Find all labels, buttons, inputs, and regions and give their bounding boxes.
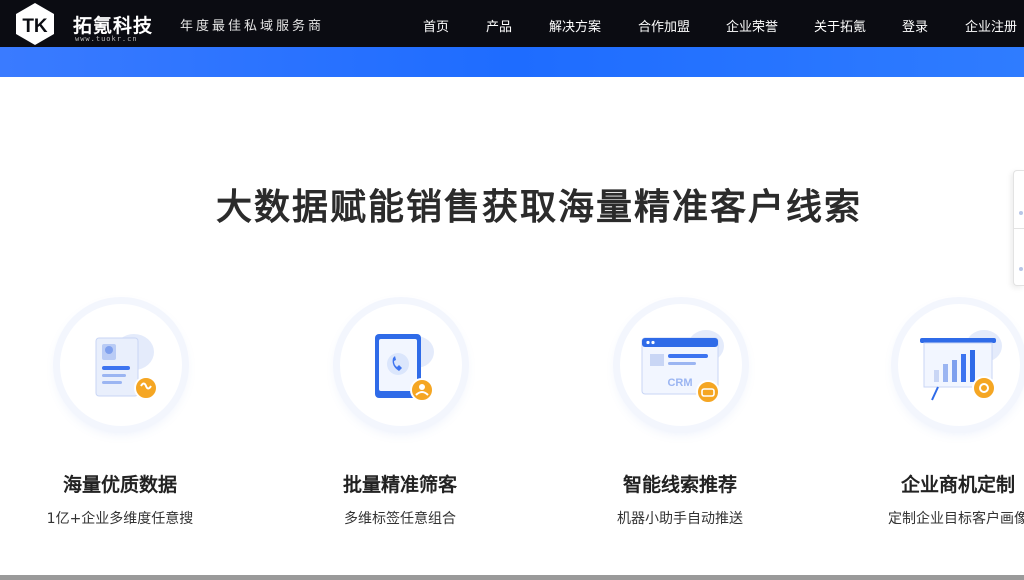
- side-tool-icon[interactable]: [1019, 267, 1023, 271]
- feature-title: 海量优质数据: [62, 474, 177, 496]
- nav-partnership[interactable]: 合作加盟: [638, 16, 690, 35]
- chart-board-icon: [898, 304, 1020, 426]
- top-navigation-bar: TK 拓氪科技 www.tuokr.cn 年度最佳私域服务商 首页 产品 解决方…: [0, 0, 1024, 47]
- side-floating-toolbar[interactable]: [1013, 170, 1024, 286]
- section-heading: 大数据赋能销售获取海量精准客户线索: [215, 187, 862, 228]
- feature-title: 智能线索推荐: [622, 474, 737, 496]
- logo-text: 拓氪科技: [73, 15, 154, 37]
- data-card-icon: [60, 304, 182, 426]
- blue-banner-strip: [0, 47, 1024, 77]
- feature-card-custom[interactable]: 企业商机定制 定制企业目标客户画像: [838, 300, 1024, 540]
- crm-window-icon: CRM: [620, 304, 742, 426]
- feature-title: 批量精准筛客: [342, 474, 457, 496]
- nav-solutions[interactable]: 解决方案: [549, 16, 601, 35]
- feature-card-filter[interactable]: 批量精准筛客 多维标签任意组合: [280, 300, 520, 540]
- svg-text:CRM: CRM: [667, 377, 692, 389]
- nav-login[interactable]: 登录: [902, 16, 928, 35]
- feature-description: 定制企业目标客户画像: [888, 511, 1024, 527]
- feature-card-data[interactable]: 海量优质数据 1亿+企业多维度任意搜: [0, 300, 240, 540]
- nav-about[interactable]: 关于拓氪: [814, 16, 866, 35]
- logo-url: www.tuokr.cn: [75, 35, 138, 43]
- tablet-call-icon: [340, 304, 462, 426]
- slogan: 年度最佳私域服务商: [180, 19, 325, 34]
- side-tool-icon[interactable]: [1019, 211, 1023, 215]
- brand-logo[interactable]: TK 拓氪科技 www.tuokr.cn: [13, 2, 152, 46]
- nav-home[interactable]: 首页: [423, 16, 449, 35]
- horizontal-scrollbar[interactable]: [0, 575, 1024, 580]
- feature-title: 企业商机定制: [900, 474, 1015, 496]
- logo-mark-text: TK: [22, 16, 48, 37]
- feature-description: 多维标签任意组合: [344, 511, 456, 527]
- feature-card-recommend[interactable]: CRM 智能线索推荐 机器小助手自动推送: [560, 300, 800, 540]
- tk-logo-icon: TK: [13, 2, 57, 46]
- side-divider: [1014, 228, 1024, 229]
- feature-description: 1亿+企业多维度任意搜: [46, 511, 194, 527]
- nav-honors[interactable]: 企业荣誉: [726, 16, 778, 35]
- feature-description: 机器小助手自动推送: [617, 511, 743, 527]
- nav-products[interactable]: 产品: [486, 16, 512, 35]
- nav-register[interactable]: 企业注册: [965, 16, 1017, 35]
